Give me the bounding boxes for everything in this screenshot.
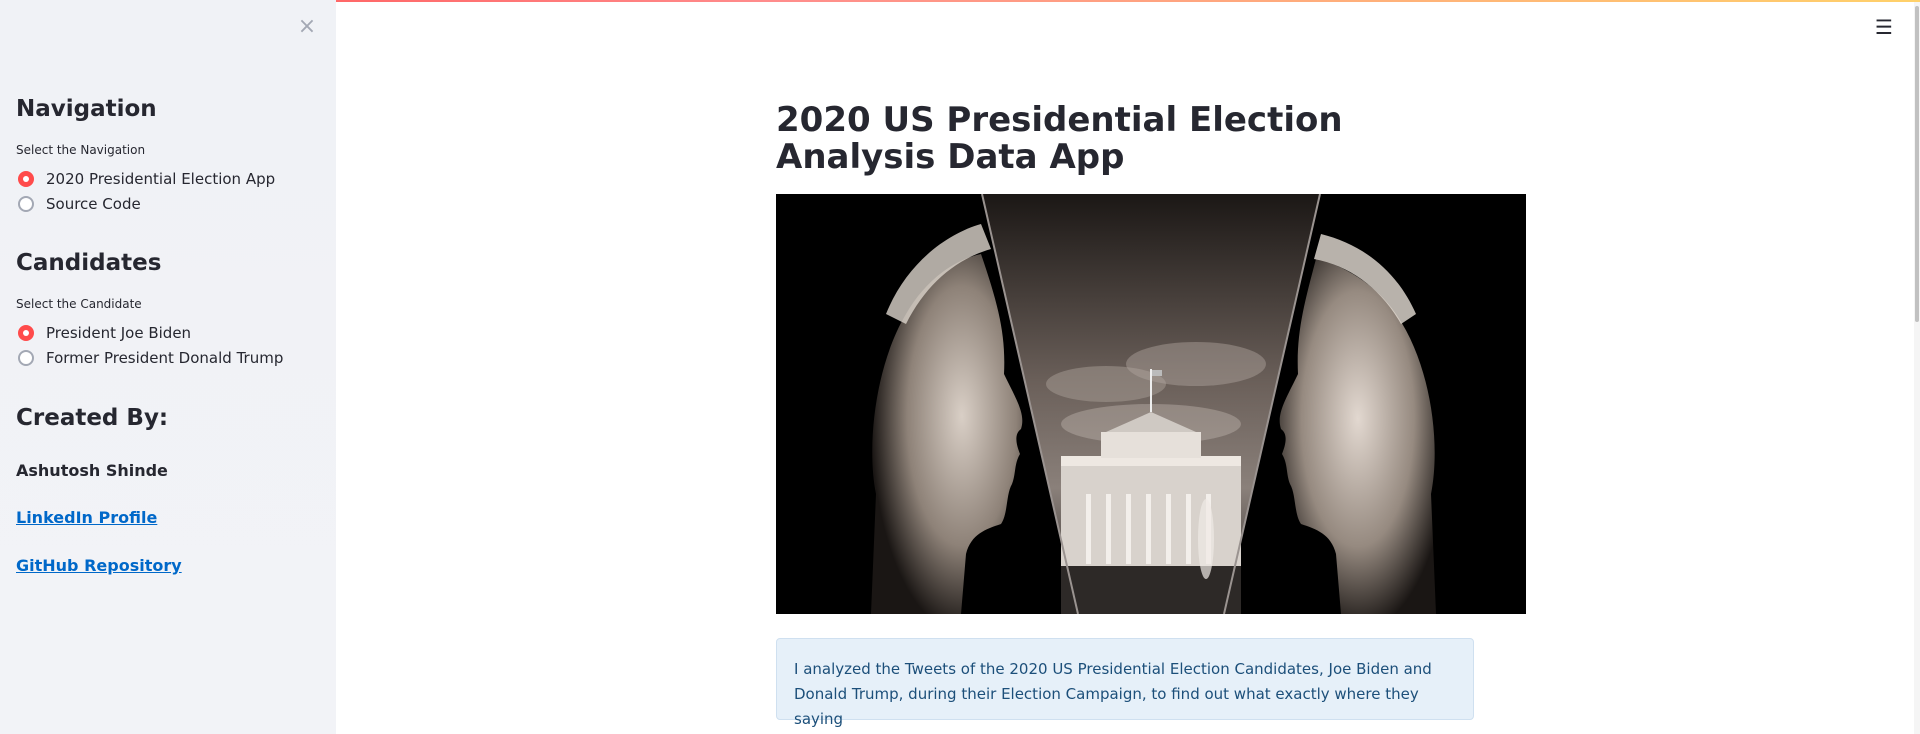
radio-selected-icon bbox=[18, 325, 34, 341]
navigation-title: Navigation bbox=[16, 96, 157, 122]
linkedin-link[interactable]: LinkedIn Profile bbox=[16, 508, 157, 527]
radio-selected-icon bbox=[18, 171, 34, 187]
navigation-label: Select the Navigation bbox=[16, 143, 146, 157]
radio-option-biden[interactable]: President Joe Biden bbox=[18, 322, 191, 344]
candidates-label: Select the Candidate bbox=[16, 297, 142, 311]
radio-unselected-icon bbox=[18, 350, 34, 366]
candidates-title: Candidates bbox=[16, 250, 162, 276]
close-icon[interactable]: × bbox=[296, 16, 318, 38]
hamburger-menu-icon[interactable]: ☰ bbox=[1873, 16, 1895, 38]
author-name: Ashutosh Shinde bbox=[16, 461, 168, 480]
hero-image bbox=[776, 194, 1526, 614]
sidebar: × Navigation Select the Navigation 2020 … bbox=[0, 0, 336, 734]
radio-option-source-code[interactable]: Source Code bbox=[18, 193, 141, 215]
radio-option-label: Former President Donald Trump bbox=[46, 349, 284, 367]
radio-option-label: Source Code bbox=[46, 195, 141, 213]
created-by-title: Created By: bbox=[16, 405, 169, 431]
radio-option-trump[interactable]: Former President Donald Trump bbox=[18, 347, 283, 369]
radio-option-label: 2020 Presidential Election App bbox=[46, 170, 276, 188]
radio-unselected-icon bbox=[18, 196, 34, 212]
scrollbar-thumb[interactable] bbox=[1915, 6, 1919, 322]
radio-option-election-app[interactable]: 2020 Presidential Election App bbox=[18, 168, 275, 190]
radio-option-label: President Joe Biden bbox=[46, 324, 192, 342]
info-alert: I analyzed the Tweets of the 2020 US Pre… bbox=[776, 638, 1474, 728]
github-link[interactable]: GitHub Repository bbox=[16, 556, 182, 575]
page-title: 2020 US Presidential Election Analysis D… bbox=[776, 100, 1343, 177]
